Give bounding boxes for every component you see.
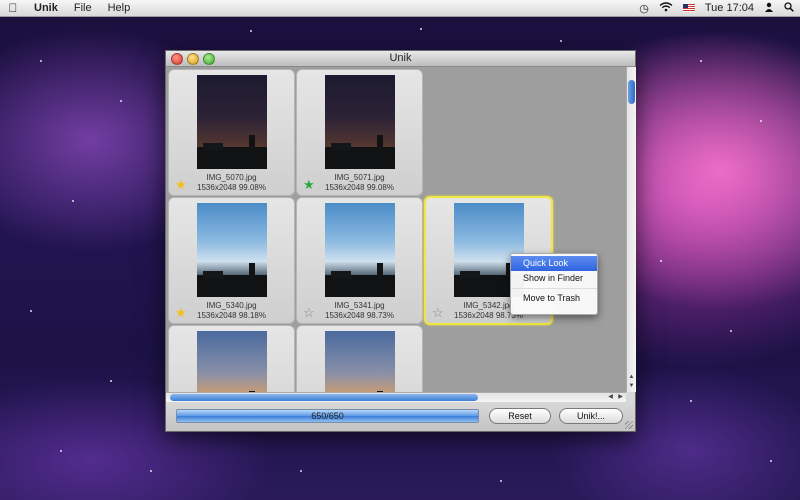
- photo-thumbnail[interactable]: [325, 203, 395, 297]
- photo-thumbnail[interactable]: [325, 75, 395, 169]
- photo-info: 1536x2048 98.18%: [197, 311, 266, 320]
- photo-info: 1536x2048 99.08%: [325, 183, 394, 192]
- scroll-up-arrow-icon[interactable]: ▲: [627, 373, 636, 382]
- clock-text[interactable]: Tue 17:04: [705, 2, 754, 14]
- photo-info: 1536x2048 98.73%: [325, 311, 394, 320]
- resize-grip-icon[interactable]: [625, 421, 633, 429]
- photo-info: 1536x2048 99.08%: [197, 183, 266, 192]
- status-area: ◷ Tue 17:04: [639, 0, 794, 16]
- menu-file[interactable]: File: [66, 2, 100, 14]
- star-icon[interactable]: ☆: [432, 306, 444, 319]
- unik-button[interactable]: Unik!...: [559, 408, 623, 424]
- reset-button[interactable]: Reset: [489, 408, 551, 424]
- star-icon[interactable]: ★: [175, 306, 187, 319]
- star-icon[interactable]: ☆: [303, 306, 315, 319]
- unik-window: Unik IMG_5070.jpg 1536x2048 99.08% ★ IMG…: [165, 50, 636, 432]
- menu-bar:  Unik File Help ◷ Tue 17:04: [0, 0, 800, 17]
- star-icon[interactable]: ★: [175, 178, 187, 191]
- wifi-icon[interactable]: [659, 1, 673, 15]
- zoom-button[interactable]: [203, 53, 215, 65]
- photo-thumbnail[interactable]: [197, 75, 267, 169]
- photo-filename: IMG_5070.jpg: [206, 173, 257, 182]
- photo-cell[interactable]: [168, 325, 295, 392]
- photo-filename: IMG_5341.jpg: [334, 301, 385, 310]
- close-button[interactable]: [171, 53, 183, 65]
- scroll-left-arrow-icon[interactable]: ◀: [606, 393, 615, 402]
- scroll-right-arrow-icon[interactable]: ▶: [616, 393, 625, 402]
- title-bar[interactable]: Unik: [166, 51, 635, 67]
- menu-item-move-to-trash[interactable]: Move to Trash: [511, 291, 597, 306]
- context-menu: Quick Look Show in Finder Move to Trash: [510, 253, 598, 315]
- photo-thumbnail[interactable]: [197, 331, 267, 392]
- photo-cell[interactable]: IMG_5070.jpg 1536x2048 99.08% ★: [168, 69, 295, 196]
- us-flag-icon[interactable]: [682, 4, 695, 12]
- vertical-scrollbar[interactable]: ▲ ▼: [626, 67, 636, 392]
- progress-label: 650/650: [311, 411, 344, 421]
- photo-thumbnail[interactable]: [325, 331, 395, 392]
- photo-cell[interactable]: IMG_5341.jpg 1536x2048 98.73% ☆: [296, 197, 423, 324]
- user-icon[interactable]: [764, 2, 774, 15]
- menu-item-quick-look[interactable]: Quick Look: [511, 256, 597, 271]
- photo-filename: IMG_5340.jpg: [206, 301, 257, 310]
- photo-cell[interactable]: IMG_5071.jpg 1536x2048 99.08% ★: [296, 69, 423, 196]
- photo-cell[interactable]: IMG_5340.jpg 1536x2048 98.18% ★: [168, 197, 295, 324]
- minimize-button[interactable]: [187, 53, 199, 65]
- photo-filename: IMG_5071.jpg: [334, 173, 385, 182]
- photo-cell[interactable]: [296, 325, 423, 392]
- bottom-bar: 650/650 Reset Unik!...: [166, 402, 635, 431]
- scroll-down-arrow-icon[interactable]: ▼: [627, 382, 636, 391]
- apple-icon[interactable]: : [0, 1, 26, 15]
- photo-grid: IMG_5070.jpg 1536x2048 99.08% ★ IMG_5071…: [166, 67, 626, 392]
- vertical-scroll-thumb[interactable]: [628, 80, 635, 104]
- horizontal-scrollbar[interactable]: ◀ ▶: [166, 392, 626, 402]
- search-icon[interactable]: [784, 1, 794, 15]
- photo-thumbnail[interactable]: [197, 203, 267, 297]
- progress-bar: 650/650: [176, 409, 479, 423]
- horizontal-scroll-thumb[interactable]: [170, 394, 478, 401]
- star-icon[interactable]: ★: [303, 178, 315, 191]
- clock-icon[interactable]: ◷: [639, 2, 649, 15]
- menu-separator: [511, 288, 597, 289]
- window-title: Unik: [389, 52, 412, 64]
- menu-help[interactable]: Help: [100, 2, 139, 14]
- menu-item-show-in-finder[interactable]: Show in Finder: [511, 271, 597, 286]
- menu-app[interactable]: Unik: [26, 2, 66, 14]
